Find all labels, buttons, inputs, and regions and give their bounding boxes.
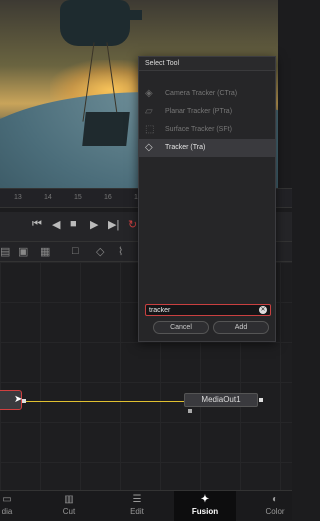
- tool-search-input[interactable]: [149, 305, 249, 315]
- node-tool-icon[interactable]: ◇: [96, 245, 104, 258]
- node-link: [24, 401, 184, 402]
- crate: [82, 112, 130, 146]
- output-port[interactable]: [22, 399, 26, 403]
- node-port[interactable]: [259, 398, 263, 402]
- ruler-tick: 14: [44, 194, 52, 201]
- nav-cut[interactable]: ▥ Cut: [38, 491, 100, 521]
- nav-fusion[interactable]: ✦ Fusion: [174, 491, 236, 521]
- add-button[interactable]: Add: [213, 321, 269, 334]
- fusion-icon: ✦: [200, 494, 210, 505]
- tool-item-surface-tracker[interactable]: ⬚ Surface Tracker (SFt): [139, 121, 275, 139]
- tool-item-planar-tracker[interactable]: ▱ Planar Tracker (PTra): [139, 103, 275, 121]
- tracker-icon: ◇: [145, 142, 153, 153]
- tool-icon[interactable]: ▦: [40, 245, 50, 258]
- nav-media[interactable]: ▭ dia: [0, 491, 38, 521]
- step-forward-icon[interactable]: ▶|: [108, 218, 119, 231]
- tool-item-camera-tracker[interactable]: ◈ Camera Tracker (CTra): [139, 85, 275, 103]
- page-nav: ▭ dia ▥ Cut ☰ Edit ✦ Fusion ◐ Color: [0, 490, 292, 521]
- tool-item-label: Surface Tracker (SFt): [165, 126, 232, 133]
- planar-tracker-icon: ▱: [145, 106, 153, 117]
- node-indicator: [188, 409, 192, 413]
- dialog-title: Select Tool: [139, 57, 275, 71]
- skip-back-icon[interactable]: ⏮: [32, 218, 42, 231]
- surface-tracker-icon: ⬚: [145, 124, 155, 135]
- rectangle-tool-icon[interactable]: □: [72, 245, 79, 257]
- color-icon: ◐: [271, 494, 279, 505]
- nav-label: Cut: [62, 507, 76, 516]
- camera-tracker-icon: ◈: [145, 88, 153, 99]
- cut-icon: ▥: [64, 494, 74, 505]
- nav-label: dia: [1, 507, 13, 516]
- spline-tool-icon[interactable]: ⌇: [118, 245, 123, 258]
- helicopter-silhouette: [60, 0, 130, 46]
- clear-icon[interactable]: ✕: [259, 306, 267, 314]
- tool-item-label: Tracker (Tra): [165, 144, 206, 151]
- play-icon[interactable]: ▶: [90, 218, 98, 231]
- nav-edit[interactable]: ☰ Edit: [106, 491, 168, 521]
- select-tool-dialog: Select Tool ◈ Camera Tracker (CTra) ▱ Pl…: [138, 56, 276, 342]
- stop-icon[interactable]: ■: [70, 218, 77, 230]
- tool-item-tracker[interactable]: ◇ Tracker (Tra): [139, 139, 275, 157]
- mediaout-node-label: MediaOut1: [201, 395, 241, 404]
- ruler-tick: 15: [74, 194, 82, 201]
- mediaout-node[interactable]: MediaOut1: [184, 393, 258, 407]
- tool-icon[interactable]: ▣: [18, 245, 28, 258]
- ruler-tick: 16: [104, 194, 112, 201]
- media-icon: ▭: [2, 494, 12, 505]
- cancel-button[interactable]: Cancel: [153, 321, 209, 334]
- tool-item-label: Planar Tracker (PTra): [165, 108, 233, 115]
- nav-label: Edit: [130, 507, 144, 516]
- tool-icon[interactable]: ▤: [0, 245, 10, 258]
- tool-item-label: Camera Tracker (CTra): [165, 90, 238, 97]
- loop-icon[interactable]: ↻: [128, 218, 137, 231]
- step-back-icon[interactable]: ◀: [52, 218, 60, 231]
- helicopter-tail: [120, 10, 142, 20]
- edit-icon: ☰: [132, 494, 142, 505]
- nav-label: Color: [265, 507, 285, 516]
- nav-label: Fusion: [191, 507, 219, 516]
- ruler-tick: 13: [14, 194, 22, 201]
- tool-search-field[interactable]: ✕: [145, 304, 271, 316]
- nav-color[interactable]: ◐ Color: [244, 491, 306, 521]
